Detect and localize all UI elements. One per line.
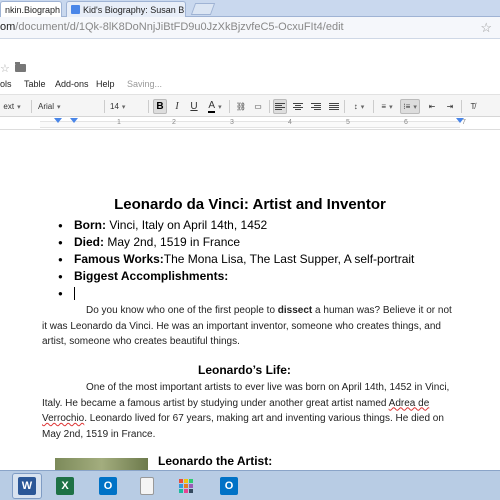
- line-spacing-icon[interactable]: ↕: [348, 99, 370, 114]
- browser-tab-biography[interactable]: nkin.Biograph… ×: [0, 1, 62, 17]
- taskbar-document[interactable]: [132, 473, 162, 499]
- intro-paragraph: Do you know who one of the first people …: [42, 305, 452, 347]
- align-right-icon[interactable]: [309, 99, 323, 114]
- apps-grid-icon: [179, 479, 193, 493]
- excel-icon: X: [56, 477, 74, 495]
- browser-tab-strip: nkin.Biograph… × Kid's Biography: Susan …: [0, 0, 500, 17]
- list-item: Died: May 2nd, 1519 in France: [58, 234, 414, 251]
- tab-label: nkin.Biograph…: [5, 4, 61, 15]
- browser-tab-kids-biography[interactable]: Kid's Biography: Susan B… ×: [66, 1, 186, 17]
- taskbar-outlook-2[interactable]: O: [214, 473, 244, 499]
- ruler-tick: 1: [117, 119, 121, 126]
- windows-taskbar: W X O O: [0, 470, 500, 500]
- ruler-tick: 6: [404, 119, 408, 126]
- first-line-indent-marker[interactable]: [70, 118, 78, 123]
- ruler-tick: 5: [346, 119, 350, 126]
- font-dropdown[interactable]: Arial: [38, 99, 98, 114]
- list-item: Biggest Accomplishments:: [58, 268, 414, 285]
- url-text[interactable]: om/document/d/1Qk-8lK8DoNnjJiBtFD9u0JzXk…: [0, 21, 344, 33]
- bulleted-list-icon[interactable]: ⁝≡: [400, 99, 420, 114]
- list-item: Famous Works:The Mona Lisa, The Last Sup…: [58, 251, 414, 268]
- menu-addons[interactable]: Add-ons: [55, 79, 89, 89]
- style-dropdown[interactable]: ext: [0, 99, 24, 114]
- align-justify-icon[interactable]: [327, 99, 341, 114]
- ruler[interactable]: 1 2 3 4 5 6 7: [0, 118, 500, 130]
- docs-favicon-icon: [71, 5, 80, 14]
- taskbar-outlook[interactable]: O: [93, 473, 123, 499]
- menu-table[interactable]: Table: [24, 79, 46, 89]
- star-icon[interactable]: ☆: [0, 62, 10, 75]
- menu-help[interactable]: Help: [96, 79, 115, 89]
- heading-life: Leonardo’s Life:: [198, 363, 291, 377]
- list-item-empty[interactable]: [58, 285, 414, 302]
- align-left-icon[interactable]: [273, 99, 287, 114]
- numbered-list-icon[interactable]: ≡: [377, 99, 397, 114]
- word-icon: W: [18, 477, 36, 495]
- formatting-toolbar: ext Arial 14 B I U A ⛓ ▭ ↕ ≡ ⁝≡ ⇤ ⇥ T̸: [0, 94, 500, 117]
- underline-button[interactable]: U: [187, 99, 201, 114]
- document-title: Leonardo da Vinci: Artist and Inventor: [114, 196, 386, 213]
- save-status: Saving...: [127, 79, 163, 89]
- bold-button[interactable]: B: [153, 99, 167, 114]
- new-tab-button[interactable]: [190, 3, 216, 15]
- ruler-tick: 3: [230, 119, 234, 126]
- decrease-indent-icon[interactable]: ⇤: [425, 99, 439, 114]
- increase-indent-icon[interactable]: ⇥: [443, 99, 457, 114]
- ruler-tick: 2: [172, 119, 176, 126]
- inline-image[interactable]: [55, 458, 148, 470]
- outlook-icon: O: [99, 477, 117, 495]
- folder-icon[interactable]: [15, 62, 26, 72]
- list-item: Born: Vinci, Italy on April 14th, 1452: [58, 217, 414, 234]
- italic-button[interactable]: I: [170, 99, 184, 114]
- tab-label: Kid's Biography: Susan B…: [83, 4, 186, 15]
- bookmark-star-icon[interactable]: ☆: [480, 20, 492, 36]
- outlook-icon: O: [220, 477, 238, 495]
- document-canvas[interactable]: Leonardo da Vinci: Artist and Inventor B…: [0, 131, 500, 470]
- taskbar-apps[interactable]: [171, 473, 201, 499]
- text-cursor: [74, 287, 75, 301]
- menu-tools[interactable]: ols: [0, 79, 12, 89]
- ruler-tick: 4: [288, 119, 292, 126]
- taskbar-word[interactable]: W: [12, 473, 42, 499]
- link-icon[interactable]: ⛓: [234, 99, 248, 114]
- menu-bar: ols Table Add-ons Help Saving...: [0, 77, 500, 91]
- text-color-button[interactable]: A: [204, 99, 226, 114]
- life-paragraph: One of the most important artists to eve…: [42, 382, 450, 440]
- doc-header: ☆: [0, 40, 500, 75]
- ruler-tick: 7: [462, 119, 466, 126]
- font-size-dropdown[interactable]: 14: [110, 99, 142, 114]
- heading-artist: Leonardo the Artist:: [158, 454, 273, 468]
- align-center-icon[interactable]: [291, 99, 305, 114]
- clear-formatting-icon[interactable]: T̸: [466, 99, 480, 114]
- left-indent-marker[interactable]: [54, 118, 62, 123]
- facts-list: Born: Vinci, Italy on April 14th, 1452 D…: [58, 217, 414, 302]
- document-icon: [140, 477, 154, 495]
- address-bar[interactable]: om/document/d/1Qk-8lK8DoNnjJiBtFD9u0JzXk…: [0, 17, 500, 39]
- comment-icon[interactable]: ▭: [251, 99, 265, 114]
- taskbar-excel[interactable]: X: [50, 473, 80, 499]
